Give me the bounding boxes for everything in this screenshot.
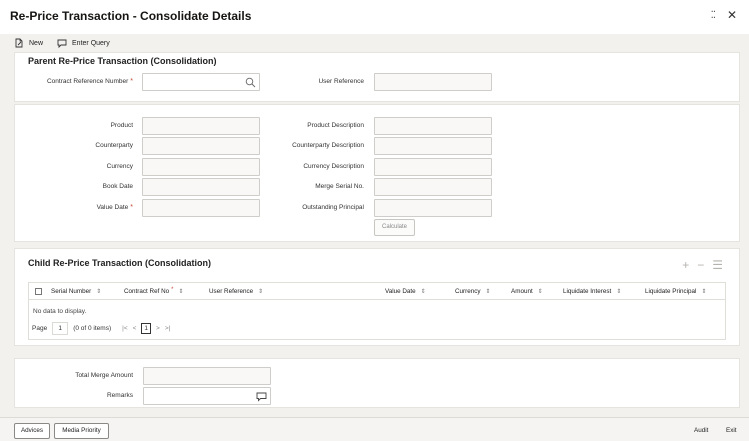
calculate-button[interactable]: Calculate (374, 219, 415, 236)
currency-desc-label: Currency Description (303, 163, 364, 170)
close-icon[interactable]: ✕ (727, 8, 737, 22)
product-input[interactable] (142, 117, 260, 135)
value-date-input[interactable] (142, 199, 260, 217)
footer: Advices Media Priority Audit Exit (0, 417, 749, 441)
col-label: User Reference (209, 288, 254, 295)
sort-icon[interactable]: ⇕ (421, 289, 426, 295)
grid-actions: + − ☰ (682, 258, 723, 272)
column-contract-ref[interactable]: Contract Ref No * ⇕ (124, 287, 184, 295)
column-user-reference[interactable]: User Reference ⇕ (209, 288, 263, 295)
currency-label: Currency (106, 163, 133, 170)
new-document-icon (15, 38, 23, 48)
col-label: Liquidate Interest (563, 288, 612, 295)
search-icon[interactable] (245, 77, 256, 88)
comment-icon (57, 39, 67, 48)
add-row-icon[interactable]: + (682, 258, 689, 272)
comment-icon[interactable] (256, 391, 267, 402)
sort-icon[interactable]: ⇕ (258, 289, 263, 295)
column-liquidate-interest[interactable]: Liquidate Interest ⇕ (563, 288, 621, 295)
product-desc-input[interactable] (374, 117, 492, 135)
required-indicator: * (130, 204, 133, 211)
counterparty-input[interactable] (142, 137, 260, 155)
user-ref-input[interactable] (374, 73, 492, 91)
table-header: Serial Number ⇕ Contract Ref No * ⇕ User Re… (29, 283, 725, 300)
new-label: New (29, 39, 44, 47)
pagination: Page 1 (0 of 0 items) |< < 1 > >| (32, 322, 170, 335)
merge-serial-label: Merge Serial No. (315, 183, 364, 190)
child-section-title: Child Re-Price Transaction (Consolidatio… (28, 258, 212, 268)
column-serial-number[interactable]: Serial Number ⇕ (51, 288, 101, 295)
contract-ref-label: Contract Reference Number * (20, 78, 133, 85)
remarks-label: Remarks (106, 392, 133, 399)
parent-section-title: Parent Re-Price Transaction (Consolidati… (28, 56, 217, 66)
exit-button[interactable]: Exit (726, 427, 737, 434)
col-label: Contract Ref No (124, 288, 170, 295)
col-label: Value Date (385, 288, 416, 295)
new-button[interactable]: New (14, 38, 43, 48)
enter-query-label: Enter Query (72, 39, 110, 47)
summary-panel (14, 358, 740, 408)
last-page-icon[interactable]: >| (165, 325, 170, 332)
value-date-label-text: Value Date (96, 204, 129, 211)
audit-button[interactable]: Audit (694, 427, 708, 434)
column-value-date[interactable]: Value Date ⇕ (385, 288, 426, 295)
column-amount[interactable]: Amount ⇕ (511, 288, 543, 295)
merge-serial-input[interactable] (374, 178, 492, 196)
counterparty-desc-label: Counterparty Description (292, 142, 364, 149)
total-merge-label: Total Merge Amount (75, 372, 133, 379)
book-date-label: Book Date (102, 183, 133, 190)
sort-icon[interactable]: ⇕ (96, 289, 101, 295)
product-label: Product (110, 122, 133, 129)
book-date-input[interactable] (142, 178, 260, 196)
title-bar: Re-Price Transaction - Consolidate Detai… (0, 0, 749, 34)
contract-ref-input[interactable] (142, 73, 260, 91)
col-label: Currency (455, 288, 481, 295)
column-liquidate-principal[interactable]: Liquidate Principal ⇕ (645, 288, 707, 295)
enter-query-button[interactable]: Enter Query (57, 38, 110, 48)
no-data-message: No data to display. (33, 308, 87, 315)
sort-icon[interactable]: ⇕ (486, 289, 491, 295)
col-label: Amount (511, 288, 533, 295)
items-count: (0 of 0 items) (73, 325, 112, 332)
outstanding-input[interactable] (374, 199, 492, 217)
col-label: Serial Number (51, 288, 92, 295)
next-page-icon[interactable]: > (156, 325, 160, 332)
remarks-input[interactable] (143, 387, 271, 405)
prev-page-icon[interactable]: < (133, 325, 137, 332)
page-label: Page (32, 325, 48, 332)
currency-input[interactable] (142, 158, 260, 176)
value-date-label: Value Date * (40, 204, 133, 211)
current-page-button[interactable]: 1 (141, 323, 152, 334)
counterparty-label: Counterparty (95, 142, 133, 149)
counterparty-desc-input[interactable] (374, 137, 492, 155)
required-indicator: * (130, 78, 133, 85)
select-all-checkbox[interactable] (35, 288, 42, 295)
sort-icon[interactable]: ⇕ (538, 289, 543, 295)
media-priority-button[interactable]: Media Priority (54, 423, 109, 439)
required-indicator: * (171, 287, 174, 293)
window-title: Re-Price Transaction - Consolidate Detai… (10, 9, 252, 23)
total-merge-input[interactable] (143, 367, 271, 385)
outstanding-label: Outstanding Principal (302, 204, 364, 211)
restore-icon[interactable]: ⁚⁚ (711, 10, 716, 21)
contract-ref-label-text: Contract Reference Number (46, 78, 129, 85)
sort-icon[interactable]: ⇕ (179, 289, 184, 295)
page-input[interactable]: 1 (52, 322, 69, 335)
column-currency[interactable]: Currency ⇕ (455, 288, 491, 295)
sort-icon[interactable]: ⇕ (616, 289, 621, 295)
first-page-icon[interactable]: |< (122, 325, 127, 332)
sort-icon[interactable]: ⇕ (701, 289, 706, 295)
columns-icon[interactable]: ☰ (712, 258, 723, 272)
currency-desc-input[interactable] (374, 158, 492, 176)
user-ref-label: User Reference (318, 78, 364, 85)
col-label: Liquidate Principal (645, 288, 697, 295)
remove-row-icon[interactable]: − (697, 258, 704, 272)
advices-button[interactable]: Advices (14, 423, 50, 439)
product-desc-label: Product Description (307, 122, 364, 129)
toolbar: New Enter Query (14, 36, 120, 50)
